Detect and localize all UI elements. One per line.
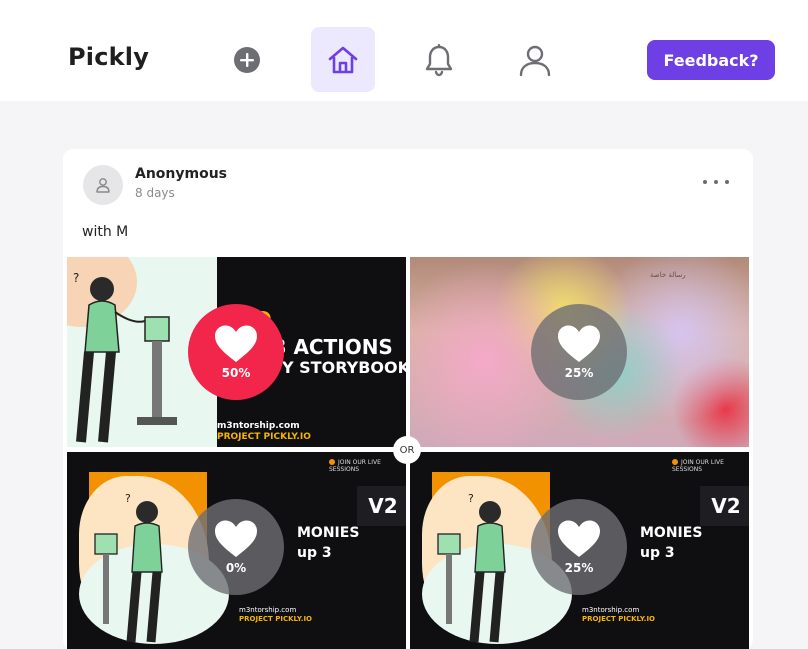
image-text: PROJECT PICKLY.IO <box>239 615 312 623</box>
image-text: Y STORYBOOK <box>282 358 406 377</box>
post-card: Anonymous 8 days with M ? D UB ACTIONS Y… <box>63 149 753 649</box>
image-text: PROJECT PICKLY.IO <box>217 432 311 442</box>
image-text: MONIES <box>297 525 360 541</box>
image-text: JOIN OUR LIVE SESSIONS <box>672 459 749 473</box>
nav-profile-button[interactable] <box>503 27 567 92</box>
heart-icon <box>215 520 257 557</box>
svg-text:?: ? <box>73 271 79 285</box>
image-text: up 3 <box>297 545 332 561</box>
image-text: up 3 <box>640 545 675 561</box>
home-icon <box>328 46 358 73</box>
image-text: V2 <box>357 486 406 526</box>
image-text: رسالة خاصة <box>650 271 686 279</box>
svg-text:?: ? <box>125 492 131 505</box>
vote-percentage: 25% <box>564 561 594 575</box>
heart-icon <box>558 325 600 362</box>
heart-icon <box>215 325 257 362</box>
post-age: 8 days <box>135 186 175 200</box>
or-separator: OR <box>393 436 421 464</box>
image-text: MONIES <box>640 525 703 541</box>
image-text: PROJECT PICKLY.IO <box>582 615 655 623</box>
image-text: m3ntorship.com <box>239 606 297 614</box>
vote-button-1[interactable]: 50% <box>188 304 284 400</box>
image-text: m3ntorship.com <box>582 606 640 614</box>
vote-percentage: 25% <box>564 366 594 380</box>
heart-icon <box>558 520 600 557</box>
vote-button-4[interactable]: 25% <box>531 499 627 595</box>
vote-percentage: 50% <box>221 366 251 380</box>
feedback-button[interactable]: Feedback? <box>647 40 775 80</box>
svg-text:?: ? <box>468 492 474 505</box>
top-bar: Pickly Feedback? <box>0 0 808 101</box>
post-author: Anonymous <box>135 166 228 182</box>
nav-notifications-button[interactable] <box>407 27 471 92</box>
vote-percentage: 0% <box>225 561 247 575</box>
user-avatar-icon <box>96 178 110 193</box>
plus-circle-icon <box>234 46 260 73</box>
user-icon <box>519 45 551 76</box>
more-options-icon[interactable] <box>703 175 729 189</box>
bell-icon <box>425 43 453 76</box>
image-text: JOIN OUR LIVE SESSIONS <box>329 459 406 473</box>
post-caption: with M <box>82 224 129 240</box>
image-text: V2 <box>700 486 749 526</box>
image-text: m3ntorship.com <box>217 421 300 431</box>
nav-home-button[interactable] <box>311 27 375 92</box>
nav-add-button[interactable] <box>215 27 279 92</box>
vote-button-2[interactable]: 25% <box>531 304 627 400</box>
avatar[interactable] <box>83 165 123 205</box>
vote-button-3[interactable]: 0% <box>188 499 284 595</box>
brand-logo[interactable]: Pickly <box>68 43 149 71</box>
